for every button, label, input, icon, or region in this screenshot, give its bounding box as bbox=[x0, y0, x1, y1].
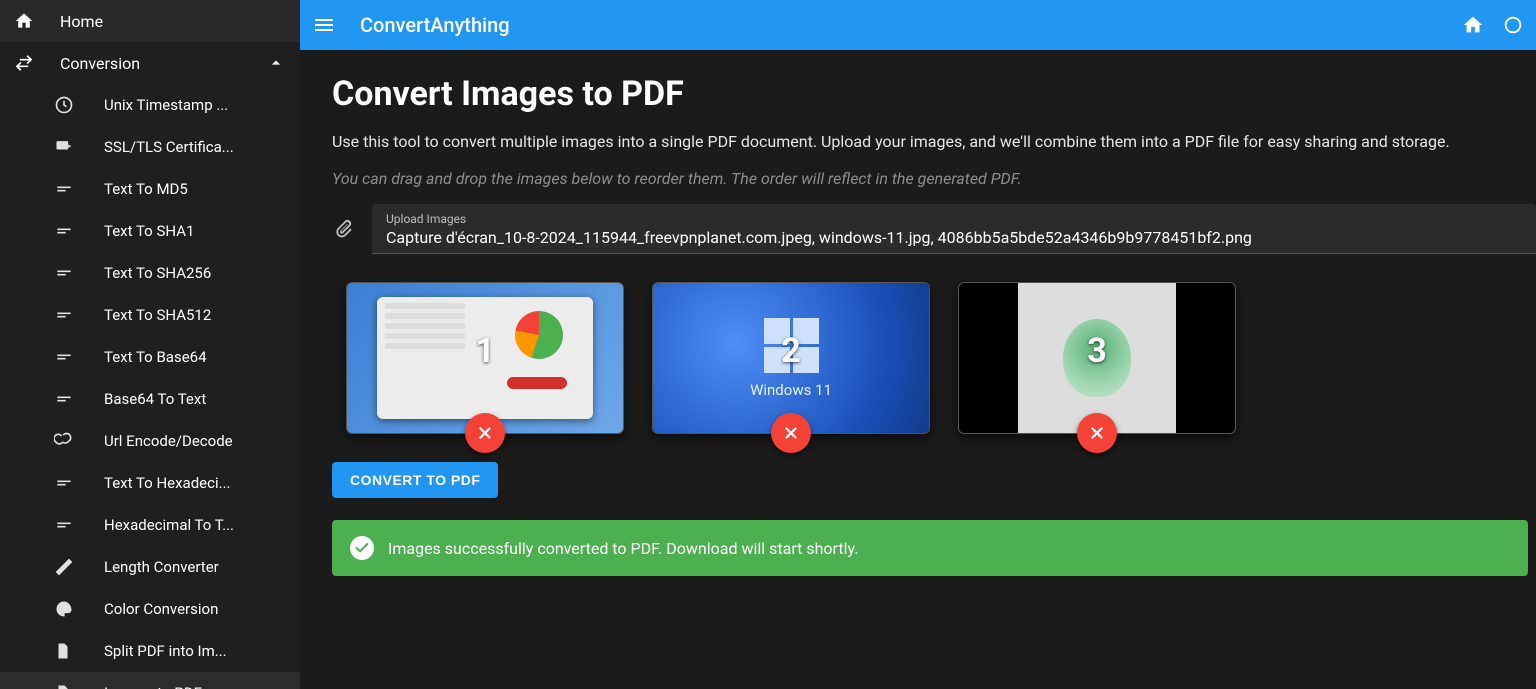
sidebar-item-9[interactable]: Text To Hexadeci... bbox=[0, 462, 300, 504]
check-icon bbox=[350, 536, 374, 560]
sidebar-home[interactable]: Home bbox=[0, 0, 300, 42]
topbar: ConvertAnything bbox=[300, 0, 1536, 50]
sidebar-item-11[interactable]: Length Converter bbox=[0, 546, 300, 588]
sidebar-item-13[interactable]: Split PDF into Im... bbox=[0, 630, 300, 672]
app-title: ConvertAnything bbox=[360, 13, 510, 37]
sidebar-item-label: Text To Hexadeci... bbox=[104, 474, 286, 492]
menu-icon[interactable] bbox=[312, 13, 336, 37]
sidebar-item-8[interactable]: Url Encode/Decode bbox=[0, 420, 300, 462]
thumb-1[interactable]: 1 bbox=[346, 282, 624, 434]
sidebar-item-label: Text To Base64 bbox=[104, 348, 286, 366]
sidebar-item-label: Text To MD5 bbox=[104, 180, 286, 198]
sidebar-item-2[interactable]: Text To MD5 bbox=[0, 168, 300, 210]
sidebar: Home Conversion Unix Timestamp ... SSL/TL… bbox=[0, 0, 300, 689]
main: ConvertAnything Convert Images to PDF Us… bbox=[300, 0, 1536, 689]
sidebar-item-4[interactable]: Text To SHA256 bbox=[0, 252, 300, 294]
sidebar-item-label: SSL/TLS Certifica... bbox=[104, 138, 286, 156]
page-title: Convert Images to PDF bbox=[332, 74, 1536, 114]
thumb-number: 2 bbox=[781, 331, 801, 371]
sidebar-item-10[interactable]: Hexadecimal To T... bbox=[0, 504, 300, 546]
ruler-icon bbox=[54, 557, 104, 577]
file-icon bbox=[54, 641, 104, 661]
sidebar-item-1[interactable]: SSL/TLS Certifica... bbox=[0, 126, 300, 168]
sidebar-item-label: Unix Timestamp ... bbox=[104, 96, 286, 114]
sidebar-section-conversion[interactable]: Conversion bbox=[0, 42, 300, 84]
certificate-icon bbox=[54, 137, 104, 157]
convert-button[interactable]: CONVERT TO PDF bbox=[332, 462, 498, 498]
short-text-icon bbox=[54, 221, 104, 241]
success-alert: Images successfully converted to PDF. Do… bbox=[332, 520, 1528, 576]
palette-icon bbox=[54, 599, 104, 619]
sidebar-item-label: Url Encode/Decode bbox=[104, 432, 286, 450]
short-text-icon bbox=[54, 515, 104, 535]
home-icon bbox=[14, 11, 60, 31]
sidebar-item-label: Images to PDF bbox=[104, 684, 286, 689]
sidebar-item-label: Base64 To Text bbox=[104, 390, 286, 408]
upload-row: Upload Images Capture d'écran_10-8-2024_… bbox=[332, 204, 1536, 254]
short-text-icon bbox=[54, 305, 104, 325]
sidebar-item-label: Text To SHA512 bbox=[104, 306, 286, 324]
topbar-theme-icon[interactable] bbox=[1502, 14, 1524, 36]
remove-thumb-1[interactable] bbox=[465, 413, 505, 453]
sidebar-home-label: Home bbox=[60, 12, 286, 31]
swap-icon bbox=[14, 53, 60, 73]
sidebar-item-0[interactable]: Unix Timestamp ... bbox=[0, 84, 300, 126]
short-text-icon bbox=[54, 179, 104, 199]
thumb-2[interactable]: Windows 11 2 bbox=[652, 282, 930, 434]
sidebar-item-5[interactable]: Text To SHA512 bbox=[0, 294, 300, 336]
sidebar-item-label: Split PDF into Im... bbox=[104, 642, 286, 660]
short-text-icon bbox=[54, 347, 104, 367]
upload-value: Capture d'écran_10-8-2024_115944_freevpn… bbox=[386, 228, 1522, 247]
chevron-up-icon bbox=[266, 53, 286, 73]
sidebar-section-label: Conversion bbox=[60, 54, 266, 73]
file-icon bbox=[54, 683, 104, 689]
sidebar-item-label: Color Conversion bbox=[104, 600, 286, 618]
sidebar-item-label: Length Converter bbox=[104, 558, 286, 576]
link-icon bbox=[54, 431, 104, 451]
attachment-icon[interactable] bbox=[332, 218, 354, 240]
sidebar-item-14[interactable]: Images to PDF bbox=[0, 672, 300, 689]
short-text-icon bbox=[54, 389, 104, 409]
short-text-icon bbox=[54, 473, 104, 493]
sidebar-item-12[interactable]: Color Conversion bbox=[0, 588, 300, 630]
sidebar-item-label: Text To SHA1 bbox=[104, 222, 286, 240]
alert-text: Images successfully converted to PDF. Do… bbox=[388, 539, 858, 558]
topbar-home-icon[interactable] bbox=[1462, 14, 1484, 36]
upload-label: Upload Images bbox=[386, 212, 1522, 226]
reorder-hint: You can drag and drop the images below t… bbox=[332, 169, 1536, 188]
remove-thumb-2[interactable] bbox=[771, 413, 811, 453]
short-text-icon bbox=[54, 263, 104, 283]
thumb-2-caption: Windows 11 bbox=[750, 381, 832, 399]
remove-thumb-3[interactable] bbox=[1077, 413, 1117, 453]
thumbnail-row: 1 Windows 11 2 3 bbox=[346, 282, 1536, 434]
upload-field[interactable]: Upload Images Capture d'écran_10-8-2024_… bbox=[372, 204, 1536, 254]
thumb-3[interactable]: 3 bbox=[958, 282, 1236, 434]
sidebar-item-label: Text To SHA256 bbox=[104, 264, 286, 282]
sidebar-item-3[interactable]: Text To SHA1 bbox=[0, 210, 300, 252]
sidebar-item-7[interactable]: Base64 To Text bbox=[0, 378, 300, 420]
sidebar-item-6[interactable]: Text To Base64 bbox=[0, 336, 300, 378]
sidebar-item-label: Hexadecimal To T... bbox=[104, 516, 286, 534]
thumb-number: 3 bbox=[1087, 331, 1107, 371]
page-description: Use this tool to convert multiple images… bbox=[332, 132, 1536, 151]
thumb-number: 1 bbox=[475, 331, 495, 371]
content: Convert Images to PDF Use this tool to c… bbox=[300, 50, 1536, 689]
clock-icon bbox=[54, 95, 104, 115]
